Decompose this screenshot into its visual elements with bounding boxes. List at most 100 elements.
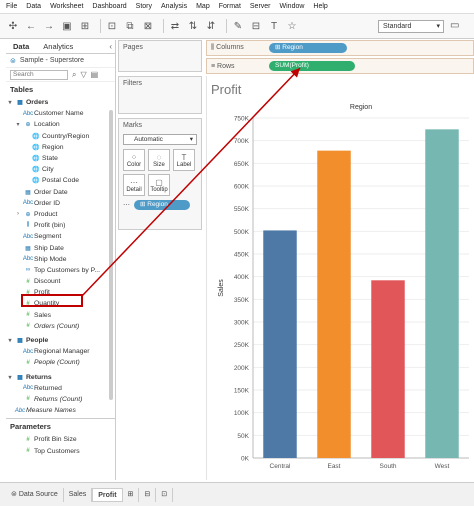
field-item[interactable]: ▦ Ship Date xyxy=(6,242,115,253)
menu-map[interactable]: Map xyxy=(196,3,210,10)
bar-west[interactable] xyxy=(425,129,459,459)
menu-help[interactable]: Help xyxy=(313,3,327,10)
field-item[interactable]: ▦ Order Date xyxy=(6,187,115,198)
field-item[interactable]: Abc Order ID xyxy=(6,198,115,209)
menu-data[interactable]: Data xyxy=(26,3,41,10)
datasource-item[interactable]: ⊜ Sample - Superstore xyxy=(6,54,115,68)
field-item[interactable]: ▾ ▦ Returns xyxy=(6,372,115,383)
field-item[interactable]: 🌐 State xyxy=(6,153,115,164)
redo-icon[interactable]: → xyxy=(42,19,56,33)
field-type-icon: # xyxy=(26,278,30,285)
new-sheet-tab-icon[interactable]: ⊞ xyxy=(123,487,140,502)
menu-server[interactable]: Server xyxy=(250,3,271,10)
field-item[interactable]: # People (Count) xyxy=(6,357,115,368)
field-item[interactable]: 🌐 Country/Region xyxy=(6,131,115,142)
mark-size-button[interactable]: ◌ Size xyxy=(148,149,170,171)
view-toggle-icon[interactable]: ▤ xyxy=(91,70,99,79)
tab-profit[interactable]: Profit xyxy=(92,487,123,502)
field-item[interactable]: # Top Customers xyxy=(6,445,115,456)
expand-icon[interactable]: › xyxy=(14,211,22,217)
expand-icon[interactable]: ▾ xyxy=(14,121,22,128)
field-item[interactable]: ▾ ⊕ Location xyxy=(6,119,115,130)
labels-icon[interactable]: T xyxy=(267,19,281,33)
tab-data-source[interactable]: ⊜ Data Source xyxy=(6,487,64,502)
field-item[interactable]: › ⊕ Product xyxy=(6,209,115,220)
tab-sales[interactable]: Sales xyxy=(64,487,93,502)
tableau-logo-icon[interactable]: ✣ xyxy=(6,19,20,33)
new-datasource-icon[interactable]: ⊞ xyxy=(78,19,92,33)
fit-select[interactable]: Standard xyxy=(378,20,444,33)
search-input[interactable] xyxy=(10,69,68,80)
field-item[interactable]: Abc Regional Manager xyxy=(6,346,115,357)
rows-shelf[interactable]: ≡ Rows SUM(Profit) xyxy=(206,58,474,74)
field-item[interactable]: 🌐 City xyxy=(6,164,115,175)
save-icon[interactable]: ▣ xyxy=(60,19,74,33)
field-item[interactable]: Abc Measure Names xyxy=(6,405,115,416)
pages-card[interactable]: Pages xyxy=(118,40,202,72)
bar-central[interactable] xyxy=(263,230,297,458)
field-label: Returned xyxy=(34,384,62,392)
field-item[interactable]: # Sales xyxy=(6,310,115,321)
menu-worksheet[interactable]: Worksheet xyxy=(50,3,83,10)
expand-icon[interactable]: ▾ xyxy=(6,99,14,106)
field-item[interactable]: # Returns (Count) xyxy=(6,394,115,405)
undo-icon[interactable]: ← xyxy=(24,19,38,33)
field-item[interactable]: # Orders (Count) xyxy=(6,321,115,332)
field-item[interactable]: # Profit Bin Size xyxy=(6,434,115,445)
mark-detail-button[interactable]: ⋯ Detail xyxy=(123,174,145,196)
y-tick-label: 0K xyxy=(241,456,250,463)
field-type-icon: 🌐 xyxy=(32,133,40,140)
filter-icon[interactable]: ▽ xyxy=(80,70,86,79)
new-story-tab-icon[interactable]: ⊡ xyxy=(156,487,174,502)
field-item[interactable]: 🌐 Postal Code xyxy=(6,175,115,186)
bar-south[interactable] xyxy=(371,280,405,458)
search-icon[interactable]: ⌕ xyxy=(72,70,76,80)
group-icon[interactable]: ⊟ xyxy=(249,19,263,33)
clear-sheet-icon[interactable]: ⊠ xyxy=(141,19,155,33)
field-item[interactable]: 🌐 Region xyxy=(6,142,115,153)
field-item[interactable]: ⫼ Profit (bin) xyxy=(6,220,115,231)
columns-region-pill[interactable]: ⊞ Region xyxy=(269,43,347,53)
menu-file[interactable]: File xyxy=(6,3,17,10)
field-item[interactable]: ∞ Top Customers by P... xyxy=(6,265,115,276)
field-item[interactable]: Abc Segment xyxy=(6,231,115,242)
swap-icon[interactable]: ⇄ xyxy=(168,19,182,33)
columns-shelf[interactable]: ⫼ Columns ⊞ Region xyxy=(206,40,474,56)
scrollbar[interactable] xyxy=(109,110,113,400)
collapse-icon[interactable]: ‹ xyxy=(109,42,112,51)
menu-format[interactable]: Format xyxy=(219,3,241,10)
field-item[interactable]: ▾ ▦ Orders xyxy=(6,97,115,108)
filters-card[interactable]: Filters xyxy=(118,76,202,114)
tab-data[interactable]: Data xyxy=(6,42,36,51)
expand-icon[interactable]: ▾ xyxy=(6,374,14,381)
field-item[interactable]: Abc Customer Name xyxy=(6,108,115,119)
mark-button-label: Color xyxy=(126,161,142,168)
pin-icon[interactable]: ☆ xyxy=(285,19,299,33)
sort-desc-icon[interactable]: ⇵ xyxy=(204,19,218,33)
rows-profit-pill[interactable]: SUM(Profit) xyxy=(269,61,355,71)
new-sheet-icon[interactable]: ⊡ xyxy=(105,19,119,33)
mark-label-button[interactable]: T Label xyxy=(173,149,195,171)
duplicate-sheet-icon[interactable]: ⧉ xyxy=(123,19,137,33)
menu-dashboard[interactable]: Dashboard xyxy=(92,3,126,10)
field-type-icon: Abc xyxy=(22,233,34,240)
expand-icon[interactable]: ▾ xyxy=(6,337,14,344)
sort-asc-icon[interactable]: ⇅ xyxy=(186,19,200,33)
tab-analytics[interactable]: Analytics xyxy=(36,42,80,51)
mark-color-button[interactable]: ⁘ Color xyxy=(123,149,145,171)
menu-analysis[interactable]: Analysis xyxy=(161,3,187,10)
highlight-icon[interactable]: ✎ xyxy=(231,19,245,33)
presentation-icon[interactable]: ▭ xyxy=(450,20,459,31)
marks-region-pill[interactable]: ⊞ Region xyxy=(134,200,190,210)
mark-type-select[interactable]: Automatic xyxy=(123,134,197,145)
field-type-icon: 🌐 xyxy=(32,178,40,185)
field-item[interactable]: ▾ ▦ People xyxy=(6,335,115,346)
menu-window[interactable]: Window xyxy=(280,3,305,10)
mark-tooltip-button[interactable]: ▢ Tooltip xyxy=(148,174,170,196)
menu-story[interactable]: Story xyxy=(136,3,152,10)
field-item[interactable]: Abc Returned xyxy=(6,383,115,394)
new-dashboard-tab-icon[interactable]: ⊟ xyxy=(139,487,157,502)
bar-east[interactable] xyxy=(317,150,351,458)
field-item[interactable]: # Discount xyxy=(6,276,115,287)
field-item[interactable]: Abc Ship Mode xyxy=(6,254,115,265)
